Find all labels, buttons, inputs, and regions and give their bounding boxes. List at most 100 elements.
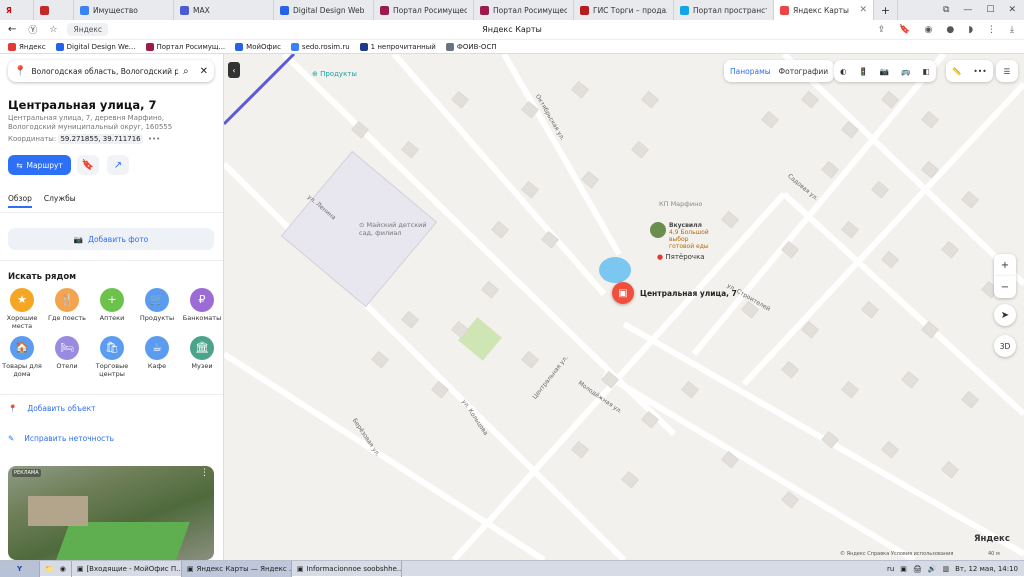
bookmark-item[interactable]: МойОфис <box>235 42 281 51</box>
maximize-icon[interactable]: ☐ <box>986 5 994 15</box>
close-tab-icon[interactable]: ✕ <box>859 5 867 15</box>
bus-icon[interactable]: 🚌 <box>901 67 910 76</box>
house <box>901 370 919 389</box>
url-field[interactable]: Яндекс <box>67 23 109 36</box>
save-bookmark-button[interactable]: 🔖 <box>77 155 99 175</box>
taskbar-window[interactable]: ▣ [Входящие - МойОфис П... <box>72 560 182 577</box>
browser-menu-button[interactable]: Я <box>0 0 34 20</box>
zoom-in-button[interactable]: + <box>994 254 1016 276</box>
selected-pin[interactable]: ▣ Центральная улица, 7 <box>612 282 737 304</box>
map-svg[interactable] <box>224 54 1024 560</box>
category-item[interactable]: 🍴 Где поесть <box>45 288 89 323</box>
category-item[interactable]: 🏛 Музеи <box>180 336 223 371</box>
minimize-icon[interactable]: — <box>963 5 972 15</box>
browser-tab[interactable]: Портал Росимущества <box>474 0 574 20</box>
category-item[interactable]: ☕ Кафе <box>135 336 179 371</box>
category-item[interactable]: + Аптеки <box>90 288 134 323</box>
traffic-icon[interactable]: 🚦 <box>859 67 868 76</box>
browser-tab[interactable]: Портал пространствен... <box>674 0 774 20</box>
collapse-panel-button[interactable]: ‹ <box>228 62 240 78</box>
browser-tab[interactable]: Портал Росимущества <box>374 0 474 20</box>
taskbar-window[interactable]: ▣ Яндекс Карты — Яндекс ... <box>181 560 292 577</box>
download-icon[interactable]: ⤓ <box>1010 25 1014 35</box>
bookmark-item[interactable]: Портал Росимущ... <box>145 42 225 51</box>
search-icon[interactable]: ⌕ <box>183 66 189 77</box>
start-button[interactable]: Y <box>0 560 40 577</box>
clock[interactable]: Вт, 12 мая, 14:10 <box>955 565 1018 573</box>
satellite-icon[interactable]: ◐ <box>840 67 847 76</box>
window-list-icon[interactable]: ⧉ <box>943 5 949 15</box>
poi-kindergarten[interactable]: ⊙ Майский детский сад, филиал <box>359 221 429 237</box>
poi-kp[interactable]: КП Марфино <box>659 200 702 208</box>
bookmark-item[interactable]: Яндекс <box>8 42 46 51</box>
coordinates-value[interactable]: 59.271855, 39.711716 <box>58 134 143 144</box>
more-icon[interactable]: ⋮ <box>987 25 996 35</box>
browser-tab[interactable]: Яндекс Карты ✕ <box>774 0 874 20</box>
zoom-out-button[interactable]: − <box>994 276 1016 298</box>
category-item[interactable]: 🛏 Отели <box>45 336 89 371</box>
clear-icon[interactable]: ✕ <box>200 66 208 77</box>
ad-photo[interactable]: РЕКЛАМА ⋮ <box>8 466 214 560</box>
route-button[interactable]: ⇆ Маршрут <box>8 155 71 175</box>
search-box[interactable]: 📍 Вологодская область, Вологодский р ⌕ ✕ <box>8 60 214 82</box>
layers-icon[interactable]: ◧ <box>923 67 930 76</box>
3d-button[interactable]: 3D <box>994 335 1016 357</box>
browser-tab[interactable] <box>34 0 74 20</box>
volume-icon[interactable]: 🔊 <box>928 565 937 573</box>
lang-indicator[interactable]: ru <box>887 565 894 573</box>
photos-button[interactable]: Фотографии <box>779 67 828 76</box>
category-item[interactable]: ₽ Банкоматы <box>180 288 223 323</box>
poi-ad[interactable]: Вкусвилл 4,9 Большой выбор готовой еды <box>650 222 713 250</box>
folder-icon[interactable]: 📁 <box>45 565 54 573</box>
category-item[interactable]: 🛍 Торговые центры <box>90 336 134 378</box>
printer-icon[interactable]: 🖨 <box>913 565 922 573</box>
tray-icon[interactable]: ▣ <box>900 565 907 573</box>
bookmark-label: Digital Design We... <box>66 42 136 51</box>
tab-overview[interactable]: Обзор <box>8 194 32 208</box>
taskbar-window[interactable]: ▣ Informacionnoe soobshhe... <box>292 560 402 577</box>
locate-button[interactable]: ➤ <box>994 304 1016 326</box>
poi-products[interactable]: ⊕ Продукты <box>312 70 357 78</box>
bookmark-item[interactable]: 1 непрочитанный <box>359 42 436 51</box>
panoramas-button[interactable]: Панорамы <box>730 67 771 76</box>
ruler-icon[interactable]: 📏 <box>952 67 961 76</box>
share-icon[interactable]: ⇪ <box>878 25 886 35</box>
fix-error-link[interactable]: ✎ Исправить неточность <box>8 434 114 443</box>
network-icon[interactable]: ▥ <box>943 565 950 573</box>
yandex-icon[interactable]: Ⓨ <box>28 23 37 36</box>
category-item[interactable]: 🛒 Продукты <box>135 288 179 323</box>
bookmark-item[interactable]: ФОИВ-ОСП <box>445 42 497 51</box>
browser-tab[interactable]: Имущество <box>74 0 174 20</box>
map-footer[interactable]: © Яндекс Справка Условия использования <box>840 551 953 557</box>
nearby-title: Искать рядом <box>8 272 77 282</box>
bookmark-item[interactable]: Digital Design We... <box>55 42 136 51</box>
category-item[interactable]: ★ Хорошие места <box>0 288 44 330</box>
star-icon[interactable]: ☆ <box>49 25 57 35</box>
back-icon[interactable]: ← <box>8 24 16 35</box>
add-photo-button[interactable]: 📷 Добавить фото <box>8 228 214 250</box>
share-button[interactable]: ↗ <box>107 155 129 175</box>
tab-services[interactable]: Службы <box>44 194 76 208</box>
menu-button[interactable]: ☰ <box>996 60 1018 82</box>
browser-icon[interactable]: ◉ <box>60 565 66 573</box>
camera-icon[interactable]: 📷 <box>880 67 889 76</box>
category-item[interactable]: 🏠 Товары для дома <box>0 336 44 378</box>
close-icon[interactable]: ✕ <box>1008 5 1016 15</box>
map-canvas[interactable]: ⊕ Продукты ⊙ Майский детский сад, филиал… <box>224 54 1024 560</box>
more-icon[interactable]: ••• <box>973 67 986 76</box>
more-dots-icon[interactable]: ••• <box>148 135 160 143</box>
extension-icon[interactable]: ◉ <box>925 25 933 35</box>
browser-tab[interactable]: MAX <box>174 0 274 20</box>
hat-icon[interactable]: ◗ <box>968 25 973 35</box>
new-tab-button[interactable]: + <box>874 0 898 20</box>
profile-icon[interactable]: ● <box>946 25 954 35</box>
poi-pyaterochka[interactable]: ● Пятёрочка <box>657 253 705 261</box>
add-object-link[interactable]: 📍 Добавить объект <box>8 404 96 413</box>
pencil-icon: ✎ <box>8 434 15 443</box>
browser-tab[interactable]: Digital Design Web Clie... <box>274 0 374 20</box>
more-icon[interactable]: ⋮ <box>200 468 209 478</box>
bookmark-item[interactable]: sedo.rosim.ru <box>290 42 350 51</box>
browser-tab[interactable]: ГИС Торги – продажи г... <box>574 0 674 20</box>
search-input[interactable]: Вологодская область, Вологодский р <box>31 67 178 76</box>
bookmark-icon[interactable]: 🔖 <box>899 25 910 35</box>
